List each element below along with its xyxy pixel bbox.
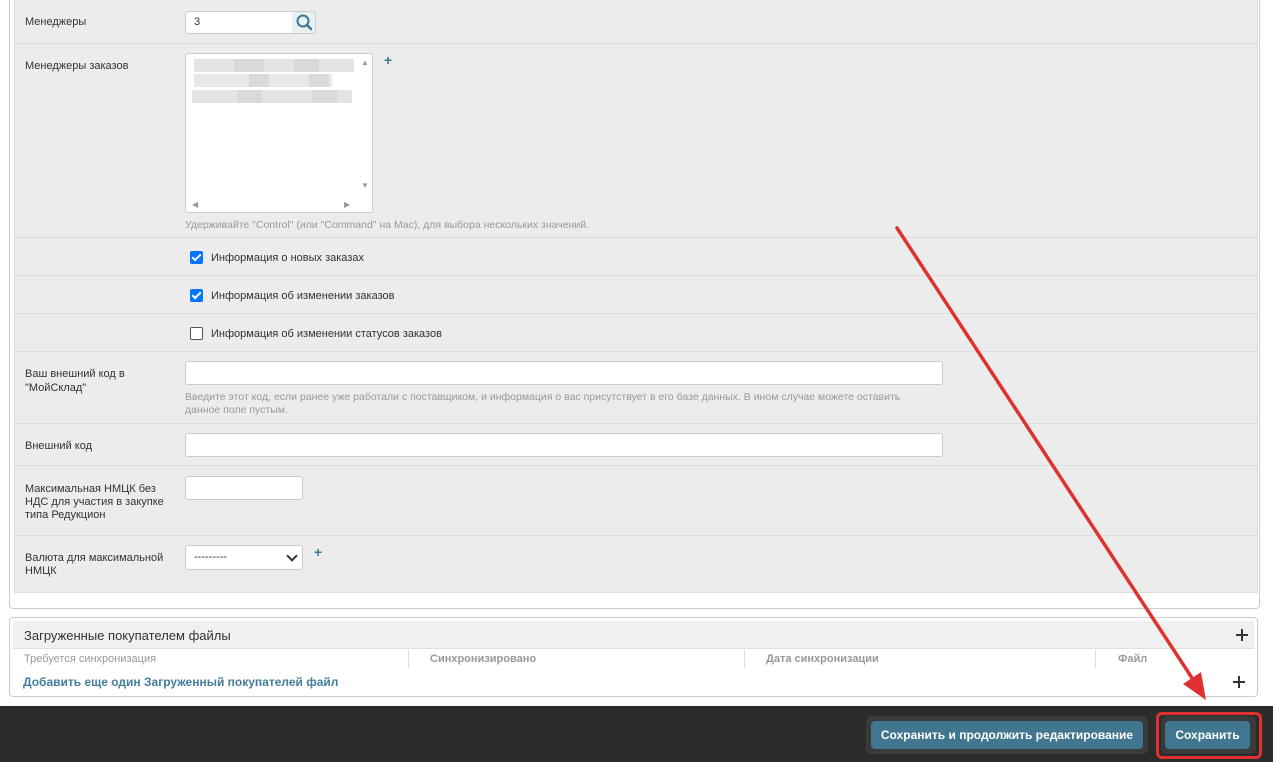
managers-label: Менеджеры — [25, 16, 87, 28]
search-icon — [296, 14, 313, 31]
status-changes-checkbox[interactable] — [190, 327, 203, 340]
add-currency-icon[interactable]: + — [314, 545, 322, 559]
column-header-sync-required: Требуется синхронизация — [24, 653, 157, 665]
inline-title: Загруженные покупателем файлы — [24, 628, 231, 643]
form-area: Менеджеры 3 Менеджеры заказов ▲ ▼ ◀ ▶ + … — [14, 0, 1258, 593]
scroll-down-icon[interactable]: ▼ — [361, 182, 369, 190]
inline-header: Загруженные покупателем файлы — [13, 621, 1254, 649]
external-code-row: Внешний код — [15, 424, 1257, 466]
add-order-manager-icon[interactable]: + — [384, 53, 392, 67]
currency-select[interactable]: --------- — [185, 545, 303, 570]
list-item[interactable] — [192, 90, 352, 103]
moysklad-code-help-line2: данное поле пустым. — [185, 404, 288, 416]
new-orders-label: Информация о новых заказах — [211, 252, 364, 264]
order-changes-checkbox[interactable] — [190, 289, 203, 302]
order-changes-label: Информация об изменении заказов — [211, 290, 395, 302]
new-orders-checkbox[interactable] — [190, 251, 203, 264]
currency-label-line2: НМЦК — [25, 565, 57, 577]
expand-plus-icon[interactable] — [1236, 629, 1248, 641]
vertical-scrollbar[interactable]: ▲ ▼ — [358, 54, 372, 198]
uploaded-files-inline: Загруженные покупателем файлы Требуется … — [9, 617, 1258, 697]
max-nmck-label-line3: типа Редукцион — [25, 509, 106, 521]
list-item[interactable] — [194, 59, 354, 72]
moysklad-code-row: Ваш внешний код в "МойСклад" Введите это… — [15, 352, 1257, 424]
moysklad-code-help-line1: Введите этот код, если ранее уже работал… — [185, 391, 901, 403]
order-managers-label: Менеджеры заказов — [25, 60, 129, 72]
horizontal-scrollbar[interactable]: ◀ ▶ — [186, 198, 358, 212]
column-divider — [744, 650, 745, 668]
column-divider — [408, 650, 409, 668]
max-nmck-input[interactable] — [185, 476, 303, 500]
currency-label-line1: Валюта для максимальной — [25, 552, 164, 564]
max-nmck-label-line1: Максимальная НМЦК без — [25, 483, 156, 495]
scroll-left-icon[interactable]: ◀ — [192, 201, 198, 209]
list-item[interactable] — [194, 74, 332, 87]
column-divider — [1095, 650, 1096, 668]
main-fieldset: Менеджеры 3 Менеджеры заказов ▲ ▼ ◀ ▶ + … — [9, 0, 1260, 609]
save-continue-button[interactable]: Сохранить и продолжить редактирование — [871, 721, 1143, 749]
currency-selected-value: --------- — [194, 551, 227, 563]
moysklad-code-label-line2: "МойСклад" — [25, 382, 87, 394]
managers-input[interactable]: 3 — [185, 11, 293, 34]
add-row-plus-icon[interactable] — [1233, 676, 1245, 688]
moysklad-code-label-line1: Ваш внешний код в — [25, 368, 125, 380]
column-header-file: Файл — [1118, 653, 1148, 665]
status-changes-label: Информация об изменении статусов заказов — [211, 328, 442, 340]
save-button-highlight — [1156, 712, 1262, 759]
column-header-sync-date: Дата синхронизации — [766, 653, 879, 665]
scroll-right-icon[interactable]: ▶ — [344, 201, 350, 209]
checkbox-row-new-orders: Информация о новых заказах — [15, 238, 1257, 276]
order-managers-help: Удерживайте "Control" (или "Command" на … — [185, 219, 590, 231]
moysklad-code-input[interactable] — [185, 361, 943, 385]
column-header-synced: Синхронизировано — [430, 653, 537, 665]
order-managers-row: Менеджеры заказов ▲ ▼ ◀ ▶ + Удерживайте … — [15, 44, 1257, 238]
managers-row: Менеджеры 3 — [15, 0, 1257, 44]
add-file-link[interactable]: Добавить еще один Загруженный покупателе… — [23, 675, 338, 689]
max-nmck-row: Максимальная НМЦК без НДС для участия в … — [15, 466, 1257, 536]
checkbox-row-order-changes: Информация об изменении заказов — [15, 276, 1257, 314]
external-code-input[interactable] — [185, 433, 943, 457]
max-nmck-label-line2: НДС для участия в закупке — [25, 496, 164, 508]
external-code-label: Внешний код — [25, 440, 93, 452]
scroll-up-icon[interactable]: ▲ — [361, 59, 369, 67]
checkbox-row-status-changes: Информация об изменении статусов заказов — [15, 314, 1257, 352]
chevron-down-icon — [286, 550, 298, 562]
managers-search-button[interactable] — [292, 11, 316, 34]
order-managers-select[interactable]: ▲ ▼ ◀ ▶ — [185, 53, 373, 213]
